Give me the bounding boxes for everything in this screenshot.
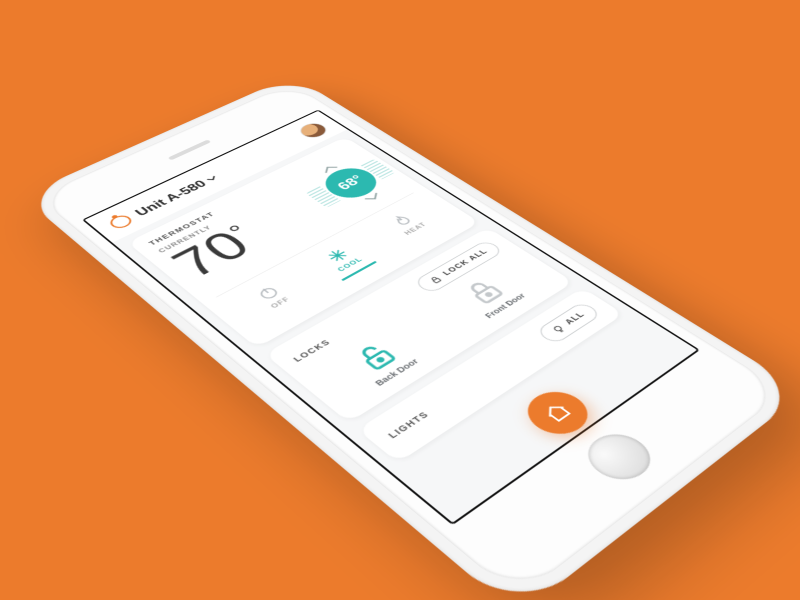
- phone-bezel: Unit A-580 THERMOSTAT CURRENTLY 70°: [37, 83, 787, 599]
- phone-device-frame: Unit A-580 THERMOSTAT CURRENTLY 70°: [21, 75, 800, 600]
- locks-title: LOCKS: [292, 338, 333, 363]
- lock-icon: [427, 274, 445, 285]
- phone-home-button[interactable]: [576, 426, 663, 489]
- setpoint-value: 68°: [334, 173, 368, 192]
- lock-icon: [458, 275, 511, 309]
- avatar[interactable]: [295, 121, 331, 141]
- brand-logo-icon: [106, 213, 135, 230]
- lights-all-button[interactable]: ALL: [535, 301, 603, 345]
- lock-back-door[interactable]: Back Door: [343, 335, 421, 388]
- bulb-icon: [549, 323, 568, 335]
- app-screen: Unit A-580 THERMOSTAT CURRENTLY 70°: [82, 110, 700, 526]
- lights-title: LIGHTS: [387, 410, 432, 440]
- chevron-down-icon: [203, 173, 221, 183]
- lock-front-door[interactable]: Front Door: [453, 272, 528, 320]
- phone-speaker: [168, 139, 212, 160]
